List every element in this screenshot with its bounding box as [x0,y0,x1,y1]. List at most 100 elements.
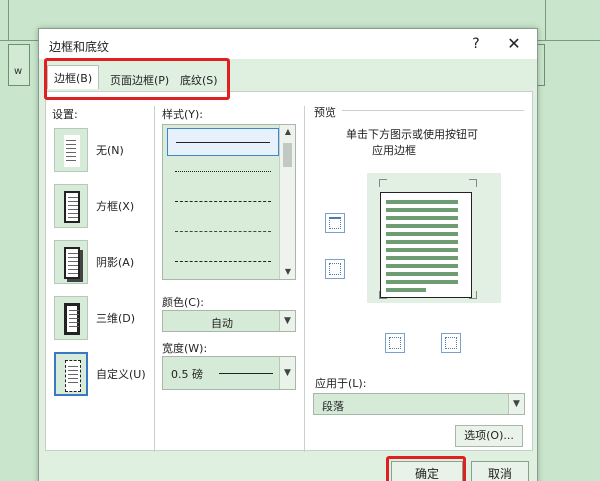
preview-text-line [386,200,458,204]
middle-border-button[interactable] [325,259,345,279]
thumb-line [68,205,78,206]
title-bar[interactable]: 边框和底纹 ? ✕ [39,29,537,59]
thumb-line [68,366,78,367]
thumb-line [68,269,78,270]
top-border-button[interactable] [325,213,345,233]
page-thumb [64,135,80,167]
thumb-line [69,326,79,327]
corner-mark [469,179,477,187]
setting-none-label[interactable]: 无(N) [96,142,124,158]
preview-rule [342,110,524,111]
style-item-dashed-fine[interactable] [167,188,279,216]
options-button[interactable]: 选项(O)... [455,425,523,447]
ok-highlight-box [386,456,466,481]
style-item-dotted[interactable] [167,158,279,186]
doc-margin-mark-right [545,0,546,40]
width-value: 0.5 磅 [171,368,203,381]
thumb-line [68,370,78,371]
thumb-line [68,213,78,214]
page-thumb [64,191,80,223]
thumb-line [66,148,76,149]
setting-3d-icon[interactable] [54,296,88,340]
thumb-line [68,374,78,375]
thumb-line [66,160,76,161]
border-right-icon [445,337,457,349]
style-item-solid[interactable] [167,128,279,156]
style-stroke [175,201,271,202]
preview-text-line [386,256,458,260]
thumb-line [68,209,78,210]
help-button[interactable]: ? [467,35,485,53]
preview-text-line [386,264,458,268]
apply-to-value: 段落 [322,400,344,413]
thumb-line [68,382,78,383]
preview-text-line [386,240,458,244]
page-thumb [64,247,80,279]
width-line-sample [219,373,273,374]
preview-hint-2: 应用边框 [372,144,416,157]
thumb-line [69,310,79,311]
page-thumb [64,303,80,335]
preview-label: 预览 [314,106,336,119]
cancel-button[interactable]: 取消 [471,461,529,481]
scroll-up-icon[interactable]: ▲ [280,125,296,139]
thumb-line [68,261,78,262]
style-list[interactable]: ▲ ▼ [162,124,296,280]
thumb-line [68,265,78,266]
color-label: 颜色(C): [162,296,204,309]
scroll-down-icon[interactable]: ▼ [280,265,296,279]
thumb-line [66,140,76,141]
setting-none-icon[interactable] [54,128,88,172]
border-left-icon [389,337,401,349]
style-item-dash-dot[interactable] [167,248,279,276]
style-item-dashed[interactable] [167,218,279,246]
doc-paragraph-box-right [537,44,545,86]
preview-text-line [386,224,458,228]
doc-text: w [14,66,23,77]
tabs-highlight-box [44,58,230,100]
setting-shadow-label[interactable]: 阴影(A) [96,254,134,270]
preview-text-line [386,216,458,220]
apply-to-select[interactable]: 段落 ▼ [313,393,525,415]
doc-margin-mark-left [8,0,9,40]
scroll-thumb[interactable] [283,143,292,167]
close-button[interactable]: ✕ [505,35,523,53]
preview-text-line [386,288,426,292]
doc-paragraph-box [8,44,30,86]
thumb-line [68,197,78,198]
thumb-line [66,152,76,153]
separator [304,106,305,452]
width-label: 宽度(W): [162,342,208,355]
settings-label: 设置: [52,108,78,121]
chevron-down-icon[interactable]: ▼ [508,394,524,414]
style-scrollbar[interactable]: ▲ ▼ [279,125,295,279]
chevron-down-icon[interactable]: ▼ [279,357,295,389]
preview-text-line [386,208,458,212]
page-thumb [65,360,81,392]
color-select[interactable]: 自动 ▼ [162,310,296,332]
style-stroke [175,261,271,262]
thumb-line [69,314,79,315]
setting-shadow-icon[interactable] [54,240,88,284]
setting-3d-label[interactable]: 三维(D) [96,310,135,326]
width-select[interactable]: 0.5 磅 ▼ [162,356,296,390]
setting-box-label[interactable]: 方框(X) [96,198,134,214]
preview-text-line [386,248,458,252]
color-value: 自动 [211,317,233,330]
preview-text-line [386,280,458,284]
thumb-line [68,257,78,258]
separator [154,106,155,452]
chevron-down-icon[interactable]: ▼ [279,311,295,331]
setting-custom-label[interactable]: 自定义(U) [96,366,146,382]
thumb-line [66,156,76,157]
apply-to-label: 应用于(L): [315,377,367,390]
right-border-button[interactable] [441,333,461,353]
preview-text-line [386,232,458,236]
thumb-line [66,144,76,145]
style-stroke [176,142,270,143]
left-border-button[interactable] [385,333,405,353]
setting-box-icon[interactable] [54,184,88,228]
setting-custom-icon[interactable] [54,352,88,396]
border-top-icon [329,217,341,229]
style-label: 样式(Y): [162,108,204,121]
